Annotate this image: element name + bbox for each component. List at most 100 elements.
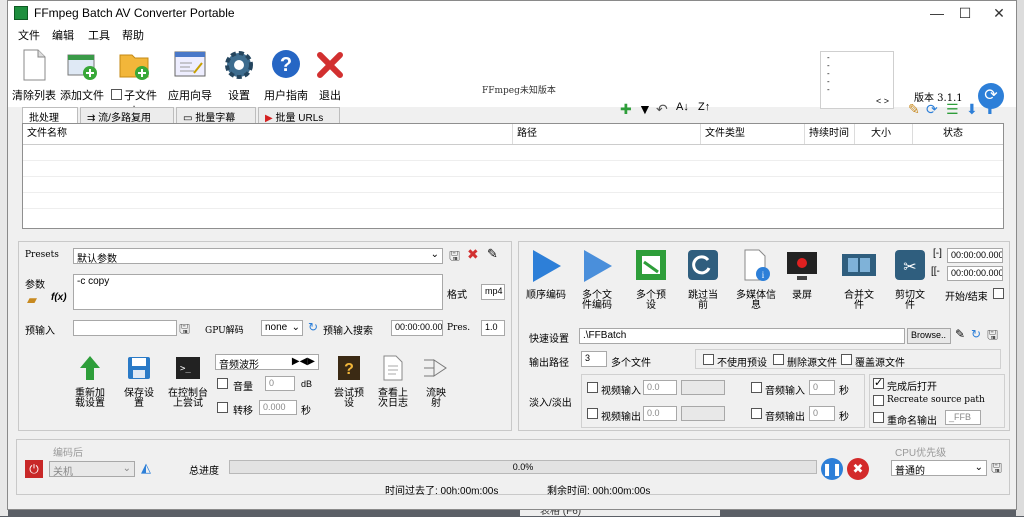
save-settings-button[interactable]: 保存设 置 <box>121 354 157 409</box>
filter-icon[interactable]: ▼ <box>638 101 652 117</box>
media-info-button[interactable]: i 多媒体信 息 <box>731 248 781 311</box>
close-button[interactable]: ✕ <box>982 1 1016 25</box>
preinput-search-label[interactable]: 预输入搜索 <box>323 322 373 337</box>
preinput-time-field[interactable]: 00:00:00.000 <box>391 320 443 336</box>
output-path-field[interactable]: .\FFBatch <box>579 328 905 344</box>
shift-stepper[interactable]: 0.000 <box>259 400 297 415</box>
add-files-button[interactable]: 添加文件 <box>60 47 104 103</box>
sort-asc-icon[interactable]: A↓ <box>676 101 689 113</box>
gpu-decode-dropdown[interactable]: none ⌄ <box>261 320 303 336</box>
audio-fade-in-checkbox[interactable] <box>751 382 762 393</box>
volume-checkbox[interactable] <box>217 378 228 389</box>
rename-suffix-field[interactable]: _FFB <box>945 410 981 425</box>
concat-files-button[interactable]: 合并文 件 <box>839 248 879 311</box>
log-scroll-arrows[interactable]: < > <box>876 96 889 106</box>
format-input[interactable]: mp4 <box>481 284 505 300</box>
start-time-field[interactable]: 00:00:00.000 <box>947 248 1003 263</box>
rename-output-checkbox[interactable] <box>873 412 884 423</box>
shift-checkbox[interactable] <box>217 402 228 413</box>
function-icon[interactable]: f(x) <box>51 292 67 303</box>
recreate-source-checkbox[interactable] <box>873 395 884 406</box>
try-preset-button[interactable]: ? 尝试预 设 <box>331 354 367 409</box>
list-icon[interactable]: ☰ <box>946 101 959 118</box>
skip-current-button[interactable]: 跳过当 前 <box>683 248 723 311</box>
subfolder-checkbox[interactable] <box>111 89 122 100</box>
video-fade-out-checkbox[interactable] <box>587 408 598 419</box>
folder-add-icon <box>116 47 152 83</box>
audio-fade-out-checkbox[interactable] <box>751 408 762 419</box>
save-preinput-icon[interactable]: 🖫 <box>179 320 190 342</box>
open-after-checkbox[interactable] <box>873 376 884 389</box>
video-fade-in-checkbox[interactable] <box>587 382 598 393</box>
ffmpeg-version-label: FFmpeg未知版本 <box>482 86 556 96</box>
video-fade-out-stepper[interactable]: 0.0 <box>643 406 677 421</box>
multi-file-encode-button[interactable]: 多个文 件编码 <box>577 248 617 311</box>
overwrite-source-checkbox[interactable] <box>841 354 852 365</box>
col-size[interactable]: 大小 <box>855 124 913 144</box>
move-up-icon[interactable]: ⬆ <box>984 101 996 118</box>
waveform-button[interactable]: 音频波形 ▶◀▶ <box>215 354 319 370</box>
delete-preset-icon[interactable]: ✖ <box>467 246 479 263</box>
output-count-stepper[interactable]: 3 <box>581 351 607 367</box>
clear-list-button[interactable]: 清除列表 <box>12 47 56 103</box>
tab-mux[interactable]: ⇉ 流/多路复用 <box>80 107 174 124</box>
start-end-checkbox[interactable] <box>993 288 1004 299</box>
reload-icon[interactable]: ⟳ <box>926 101 938 118</box>
tab-urls[interactable]: ▶ 批量 URLs <box>258 107 340 124</box>
stream-mapping-button[interactable]: 流映 射 <box>419 354 453 409</box>
end-time-field[interactable]: 00:00:00.000 <box>947 266 1003 281</box>
reset-path-icon[interactable]: ↻ <box>971 327 981 341</box>
pause-icon[interactable]: ❚❚ <box>821 458 843 480</box>
maximize-button[interactable]: ☐ <box>948 1 982 25</box>
save-priority-icon[interactable]: 🖫 <box>991 459 1002 481</box>
audio-fade-out-stepper[interactable]: 0 <box>809 406 835 421</box>
user-guide-button[interactable]: ? 用户指南 <box>264 47 308 103</box>
move-down-icon[interactable]: ⬇ <box>966 101 978 118</box>
try-console-button[interactable]: >_ 在控制台 上尝试 <box>165 354 211 409</box>
sort-desc-icon[interactable]: Z↑ <box>698 101 710 113</box>
exit-button[interactable]: 退出 <box>312 47 348 103</box>
video-fade-out-dropdown[interactable] <box>681 406 725 421</box>
col-filename[interactable]: 文件名称 <box>23 124 513 144</box>
presets-dropdown[interactable]: 默认参数 ⌄ <box>73 248 443 264</box>
wizard-button[interactable]: 应用向导 <box>166 47 214 103</box>
screen-record-button[interactable]: 录屏 <box>785 248 819 301</box>
auto-shutdown-icon[interactable]: ◭ <box>141 460 151 476</box>
video-fade-in-dropdown[interactable] <box>681 380 725 395</box>
no-preset-checkbox[interactable] <box>703 354 714 365</box>
parameters-textarea[interactable]: -c copy <box>73 274 443 310</box>
video-fade-in-stepper[interactable]: 0.0 <box>643 380 677 395</box>
file-list-table[interactable]: 文件名称 路径 文件类型 持续时间 大小 状态 <box>22 123 1004 229</box>
edit-path-icon[interactable]: ✎ <box>955 327 965 341</box>
reload-settings-button[interactable]: 重新加 载设置 <box>69 354 111 409</box>
col-status[interactable]: 状态 <box>913 124 1003 144</box>
delete-source-checkbox[interactable] <box>773 354 784 365</box>
view-last-log-button[interactable]: 查看上 次日志 <box>373 354 413 409</box>
col-filetype[interactable]: 文件类型 <box>701 124 805 144</box>
cpu-priority-dropdown[interactable]: 普通的 ⌄ <box>891 460 987 476</box>
stop-icon[interactable]: ✖ <box>847 458 869 480</box>
pres-stepper[interactable]: 1.0 <box>481 320 505 336</box>
after-encode-dropdown[interactable]: 关机 ⌄ <box>49 461 135 477</box>
save-preset-icon[interactable]: 🖫 <box>449 247 460 269</box>
edit-preset-icon[interactable]: ✎ <box>487 246 498 262</box>
undo-icon[interactable]: ↶ <box>656 101 668 118</box>
browse-button[interactable]: Browse.. <box>907 328 951 344</box>
split-files-button[interactable]: ✂ 剪切文 件 <box>891 248 929 311</box>
col-duration[interactable]: 持续时间 <box>805 124 855 144</box>
multi-preset-button[interactable]: 多个预 设 <box>631 248 671 311</box>
broom-icon[interactable]: ✎ <box>908 101 920 118</box>
add-item-icon[interactable]: ✚ <box>620 101 632 118</box>
audio-fade-in-stepper[interactable]: 0 <box>809 380 835 395</box>
tab-batch[interactable]: 批处理 <box>22 107 78 124</box>
volume-stepper[interactable]: 0 <box>265 376 295 391</box>
folder-add-small-icon[interactable]: ▰ <box>27 292 37 308</box>
col-path[interactable]: 路径 <box>513 124 701 144</box>
preinput-field[interactable] <box>73 320 177 336</box>
tab-subtitles[interactable]: ▭ 批量字幕 <box>176 107 256 124</box>
document-icon <box>16 47 52 83</box>
search-refresh-icon[interactable]: ↻ <box>308 320 318 334</box>
save-path-icon[interactable]: 🖫 <box>987 326 998 348</box>
settings-button[interactable]: 设置 <box>220 47 258 103</box>
sequential-encode-button[interactable]: 顺序编码 <box>523 248 569 301</box>
